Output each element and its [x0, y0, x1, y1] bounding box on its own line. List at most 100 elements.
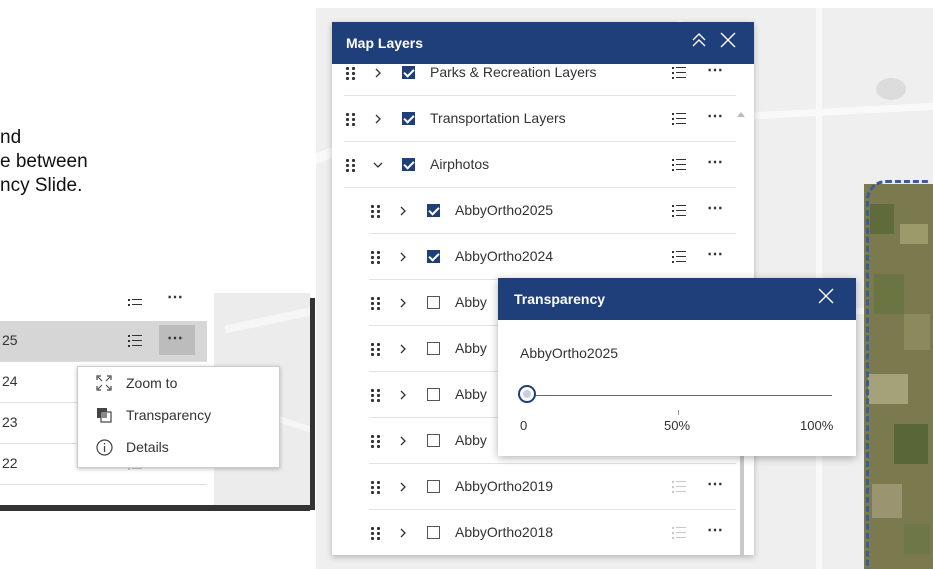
layer-label: 25 [2, 332, 18, 348]
more-options-icon[interactable]: ⋯ [707, 152, 724, 172]
more-options-icon[interactable]: ⋯ [707, 64, 724, 80]
menu-item-label: Details [126, 439, 169, 455]
layer-checkbox[interactable] [427, 204, 440, 217]
drag-handle-icon[interactable] [371, 341, 383, 357]
legend-icon [128, 297, 142, 309]
drag-handle-icon[interactable] [371, 249, 383, 265]
drag-handle-icon[interactable] [371, 479, 383, 495]
layer-checkbox[interactable] [427, 296, 440, 309]
more-options-icon[interactable]: ⋯ [707, 520, 724, 540]
legend-icon[interactable] [672, 67, 686, 80]
chevron-right-icon[interactable] [398, 201, 408, 219]
layer-row[interactable]: AbbyOrtho2019 ⋯ [332, 464, 742, 510]
more-options-icon[interactable]: ⋯ [167, 293, 184, 307]
layer-row[interactable]: Airphotos ⋯ [332, 142, 742, 188]
drag-handle-icon[interactable] [371, 525, 383, 541]
menu-item-label: Transparency [126, 407, 212, 423]
layer-row[interactable]: Transportation Layers ⋯ [332, 96, 742, 142]
drag-handle-icon[interactable] [371, 387, 383, 403]
slider-mid-label: 50% [664, 418, 691, 433]
layer-checkbox[interactable] [427, 250, 440, 263]
double-chevron-up-icon [692, 33, 706, 47]
layer-label: AbbyOrtho2018 [455, 524, 554, 540]
chevron-right-icon[interactable] [398, 247, 408, 265]
chevron-right-icon[interactable] [398, 523, 408, 541]
instruction-line: ncy Slide. [0, 175, 83, 196]
layer-label: 24 [2, 373, 18, 389]
slider-tick [678, 410, 679, 415]
legend-icon[interactable] [672, 481, 686, 494]
layer-checkbox[interactable] [402, 158, 415, 171]
layer-checkbox[interactable] [402, 112, 415, 125]
instruction-line: nd [0, 127, 22, 148]
drag-handle-icon[interactable] [371, 433, 383, 449]
layer-label: 22 [2, 455, 18, 471]
layer-label: Parks & Recreation Layers [430, 64, 597, 80]
drag-handle-icon[interactable] [346, 65, 358, 81]
close-icon [818, 288, 834, 304]
layer-label: AbbyOrtho2019 [455, 478, 554, 494]
layer-checkbox[interactable] [427, 342, 440, 355]
chevron-right-icon[interactable] [398, 385, 408, 403]
boundary-line [866, 180, 929, 569]
layer-label: Abby [455, 340, 487, 356]
drag-handle-icon[interactable] [346, 157, 358, 173]
collapse-button[interactable] [692, 31, 706, 53]
dialog-title: Transparency [514, 291, 606, 307]
slider-track[interactable] [528, 395, 832, 396]
layer-label: AbbyOrtho2024 [455, 248, 554, 264]
layer-row[interactable]: AbbyOrtho2025 ⋯ [332, 188, 742, 234]
slider-min-label: 0 [520, 418, 528, 433]
transparency-dialog: Transparency AbbyOrtho2025 0 50% 100% [498, 278, 856, 456]
layer-checkbox[interactable] [427, 480, 440, 493]
layer-label: Abby [455, 294, 487, 310]
legend-icon[interactable] [672, 159, 686, 172]
layer-checkbox[interactable] [402, 66, 415, 79]
slider-thumb[interactable] [518, 385, 536, 403]
layer-checkbox[interactable] [427, 526, 440, 539]
drag-handle-icon[interactable] [346, 111, 358, 127]
layer-row[interactable]: AbbyOrtho2018 ⋯ [332, 510, 742, 555]
legend-icon[interactable] [672, 251, 686, 264]
chevron-right-icon[interactable] [398, 293, 408, 311]
list-item: ⋯ [0, 293, 207, 321]
chevron-right-icon[interactable] [373, 64, 383, 81]
instruction-text: nd e between ncy Slide. [0, 126, 160, 206]
layer-name: AbbyOrtho2025 [520, 345, 619, 361]
layer-row[interactable]: AbbyOrtho2024 ⋯ [332, 234, 742, 280]
layer-label: Transportation Layers [430, 110, 566, 126]
layer-row[interactable]: Parks & Recreation Layers ⋯ [332, 64, 742, 96]
legend-icon[interactable] [672, 527, 686, 540]
panel-title: Map Layers [346, 35, 424, 51]
chevron-right-icon[interactable] [398, 477, 408, 495]
drag-handle-icon[interactable] [371, 203, 383, 219]
layer-label: AbbyOrtho2025 [455, 202, 554, 218]
legend-icon[interactable] [128, 335, 142, 347]
layer-context-menu: Zoom to Transparency Details [77, 366, 280, 468]
chevron-right-icon[interactable] [398, 339, 408, 357]
list-item[interactable]: 25 ⋯ [0, 321, 207, 362]
close-icon [720, 32, 736, 48]
legend-icon[interactable] [672, 113, 686, 126]
layer-label: Airphotos [430, 156, 490, 172]
chevron-right-icon[interactable] [373, 109, 383, 127]
layer-checkbox[interactable] [427, 388, 440, 401]
menu-item-label: Zoom to [126, 375, 178, 391]
legend-icon[interactable] [672, 205, 686, 218]
instruction-line: e between [0, 151, 88, 172]
info-icon [96, 439, 113, 456]
more-options-icon[interactable]: ⋯ [707, 474, 724, 494]
dialog-close-button[interactable] [818, 286, 834, 308]
chevron-down-icon[interactable] [373, 155, 383, 173]
drag-handle-icon[interactable] [371, 295, 383, 311]
more-options-button[interactable]: ⋯ [159, 325, 195, 355]
more-options-icon[interactable]: ⋯ [707, 106, 724, 126]
close-button[interactable] [720, 31, 736, 53]
layer-label: 23 [2, 414, 18, 430]
layer-label: Abby [455, 432, 487, 448]
layer-checkbox[interactable] [427, 434, 440, 447]
more-options-icon[interactable]: ⋯ [707, 198, 724, 218]
chevron-right-icon[interactable] [398, 431, 408, 449]
more-options-icon[interactable]: ⋯ [707, 244, 724, 264]
slider-max-label: 100% [800, 418, 834, 433]
